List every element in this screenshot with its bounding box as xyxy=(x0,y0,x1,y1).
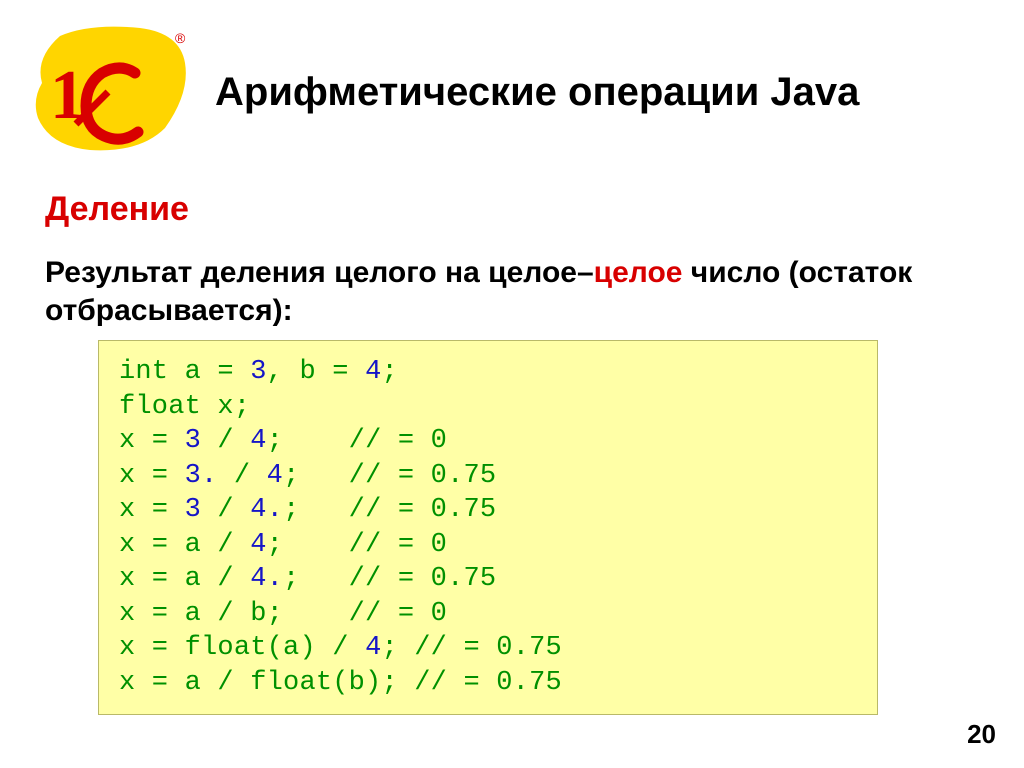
code-num: 4 xyxy=(267,461,283,491)
code-tok: ; // = 0.75 xyxy=(381,633,561,663)
code-num: 4 xyxy=(250,530,266,560)
code-tok: ; xyxy=(381,357,397,387)
code-num: 3 xyxy=(250,357,266,387)
code-num: 3. xyxy=(185,461,218,491)
code-num: 3 xyxy=(185,426,201,456)
code-tok: x = xyxy=(119,461,185,491)
svg-text:®: ® xyxy=(175,30,186,46)
code-tok: / xyxy=(217,461,266,491)
code-tok: , b = xyxy=(267,357,365,387)
code-tok: x = xyxy=(119,426,185,456)
code-tok: x; xyxy=(201,392,250,422)
code-kw: int xyxy=(119,357,168,387)
descr-text-1: Результат деления целого на целое xyxy=(45,256,577,289)
code-tok: ; // = 0 xyxy=(267,530,447,560)
descr-red-word: целое xyxy=(594,256,683,289)
code-num: 4 xyxy=(365,633,381,663)
code-num: 4. xyxy=(250,495,283,525)
code-num: 3 xyxy=(185,495,201,525)
code-tok: x = a / xyxy=(119,530,250,560)
code-tok: (b); // = 0.75 xyxy=(332,668,562,698)
code-kw: float xyxy=(185,633,267,663)
code-block: int a = 3, b = 4; float x; x = 3 / 4; //… xyxy=(98,340,878,715)
slide-number: 20 xyxy=(967,719,996,750)
code-tok: x = a / xyxy=(119,668,250,698)
slide-title: Арифметические операции Java xyxy=(215,70,859,115)
descr-dash: – xyxy=(577,256,594,289)
logo: 1 ® xyxy=(30,18,190,158)
code-kw: float xyxy=(250,668,332,698)
code-tok: ; // = 0 xyxy=(267,426,447,456)
code-tok: ; // = 0.75 xyxy=(283,461,496,491)
code-num: 4. xyxy=(250,564,283,594)
code-num: 4 xyxy=(365,357,381,387)
description: Результат деления целого на целое–целое … xyxy=(45,254,979,329)
section-subtitle: Деление xyxy=(45,190,189,229)
slide: 1 ® Арифметические операции Java Деление… xyxy=(0,0,1024,768)
code-tok: (a) / xyxy=(267,633,365,663)
code-kw: float xyxy=(119,392,201,422)
code-tok: / xyxy=(201,426,250,456)
code-tok: x = a / xyxy=(119,564,250,594)
code-num: 4 xyxy=(250,426,266,456)
code-tok: x = xyxy=(119,495,185,525)
code-tok: / xyxy=(201,495,250,525)
code-tok: a = xyxy=(168,357,250,387)
code-tok: ; // = 0.75 xyxy=(283,495,496,525)
code-tok: ; // = 0.75 xyxy=(283,564,496,594)
code-tok: x = a / b; // = 0 xyxy=(119,599,447,629)
code-tok: x = xyxy=(119,633,185,663)
